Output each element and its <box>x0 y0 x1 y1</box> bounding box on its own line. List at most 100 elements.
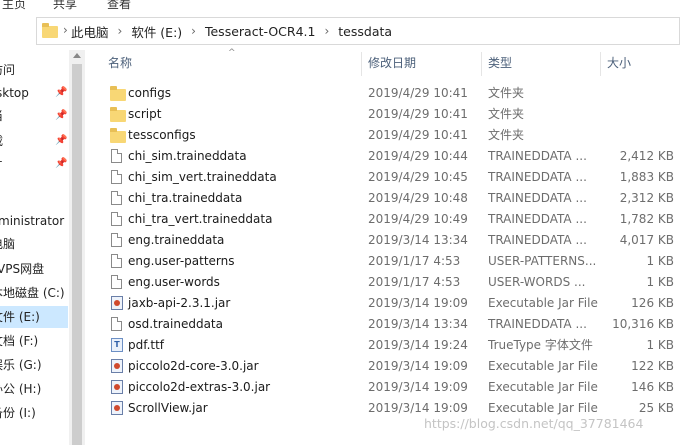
separator: › <box>117 24 123 38</box>
address-bar[interactable]: › 此电脑 › 软件 (E:) › Tesseract-OCR4.1 › tes… <box>36 17 680 45</box>
sidebar-item-label: VPS网盘 <box>0 262 45 276</box>
sidebar-item-drive-h[interactable]: 办公 (H:) <box>0 378 68 400</box>
ribbon-tab-share[interactable]: 共享 <box>53 0 77 12</box>
jar-icon <box>111 296 123 310</box>
sidebar-item-wps-drive[interactable]: VPS网盘 <box>0 258 68 280</box>
sidebar-item-administrator[interactable]: ministrator <box>0 210 68 232</box>
file-date: 2019/4/29 10:45 <box>368 170 468 184</box>
file-date: 2019/4/29 10:41 <box>368 107 468 121</box>
file-name: ScrollView.jar <box>128 401 208 415</box>
file-icon <box>111 212 122 226</box>
file-name: chi_tra.traineddata <box>128 191 243 205</box>
sidebar-item-this-pc[interactable]: 电脑 <box>0 233 68 255</box>
file-type: TRAINEDDATA ... <box>488 233 587 247</box>
breadcrumb-this-pc[interactable]: 此电脑 <box>71 22 109 41</box>
column-header-name[interactable]: 名称 <box>108 50 132 78</box>
file-row[interactable]: piccolo2d-core-3.0.jar 2019/3/14 19:09 Exe… <box>100 356 680 377</box>
breadcrumb-tesseract[interactable]: Tesseract-OCR4.1 <box>205 24 315 39</box>
file-row[interactable]: piccolo2d-extras-3.0.jar 2019/3/14 19:09 E… <box>100 377 680 398</box>
sidebar-item-drive-g[interactable]: 娱乐 (G:) <box>0 354 68 376</box>
file-name: chi_tra_vert.traineddata <box>128 212 273 226</box>
file-row[interactable]: eng.user-patterns 2019/1/17 4:53 USER-PATT… <box>100 251 680 272</box>
file-row[interactable]: chi_sim.traineddata 2019/4/29 10:44 TRAINE… <box>100 146 680 167</box>
file-date: 2019/1/17 4:53 <box>368 275 461 289</box>
file-row[interactable]: tessconfigs 2019/4/29 10:41 文件夹 <box>100 125 680 146</box>
file-date: 2019/3/14 19:24 <box>368 338 468 352</box>
scrollbar-thumb[interactable] <box>72 64 82 445</box>
file-date: 2019/1/17 4:53 <box>368 254 461 268</box>
folder-icon <box>110 128 126 143</box>
file-row[interactable]: Tpdf.ttf 2019/3/14 19:24 TrueType 字体文件 1 KB <box>100 335 680 356</box>
sidebar-item-desktop[interactable]: sktop 📌 <box>0 82 68 104</box>
sidebar-item-pictures[interactable]: 片📌 <box>0 153 68 175</box>
sidebar-item-label: 娱乐 (G:) <box>0 358 42 372</box>
file-size: 122 KB <box>631 359 674 373</box>
file-icon <box>111 254 122 268</box>
breadcrumb-tessdata[interactable]: tessdata <box>338 24 392 39</box>
column-header-type[interactable]: 类型 <box>488 50 512 78</box>
pin-icon: 📌 <box>55 110 68 121</box>
scroll-up-icon[interactable] <box>73 53 81 58</box>
file-icon <box>111 191 122 205</box>
file-row[interactable]: osd.traineddata 2019/3/14 13:34 TRAINEDDAT… <box>100 314 680 335</box>
sidebar-item-drive-e[interactable]: 文件 (E:) <box>0 306 68 328</box>
file-row[interactable]: eng.traineddata 2019/3/14 13:34 TRAINEDDAT… <box>100 230 680 251</box>
file-name: jaxb-api-2.3.1.jar <box>128 296 231 310</box>
sidebar-scrollbar[interactable] <box>69 50 85 445</box>
file-row[interactable]: jaxb-api-2.3.1.jar 2019/3/14 19:09 Executa… <box>100 293 680 314</box>
file-row[interactable]: chi_tra_vert.traineddata 2019/4/29 10:49 T… <box>100 209 680 230</box>
folder-icon <box>42 23 58 38</box>
breadcrumb: 此电脑 › 软件 (E:) › Tesseract-OCR4.1 › tessd… <box>71 18 392 44</box>
sidebar-item-label: 当 <box>0 105 3 127</box>
sidebar-item-label: 办公 (H:) <box>0 382 42 396</box>
column-header-size[interactable]: 大小 <box>607 50 631 78</box>
file-name: piccolo2d-core-3.0.jar <box>128 359 259 373</box>
sidebar-item-label: 电脑 <box>0 237 16 251</box>
file-type: TRAINEDDATA ... <box>488 212 587 226</box>
file-row[interactable]: chi_sim_vert.traineddata 2019/4/29 10:45 T… <box>100 167 680 188</box>
file-size: 25 KB <box>638 401 674 415</box>
file-name: eng.user-patterns <box>128 254 235 268</box>
column-divider[interactable] <box>481 52 482 76</box>
file-icon <box>111 275 122 289</box>
file-size: 126 KB <box>631 296 674 310</box>
pin-icon: 📌 <box>55 87 68 98</box>
ribbon-tabs: 主页 共享 查看 <box>0 0 680 12</box>
jar-icon <box>111 401 123 415</box>
sidebar-item-label: 本地磁盘 (C:) <box>0 286 65 300</box>
column-divider[interactable] <box>361 52 362 76</box>
file-date: 2019/3/14 19:09 <box>368 359 468 373</box>
file-size: 2,412 KB <box>619 149 674 163</box>
sidebar-item-documents[interactable]: 当📌 <box>0 105 68 127</box>
file-type: 文件夹 <box>488 107 525 121</box>
column-header-row: ^ 名称 修改日期 类型 大小 <box>100 48 680 78</box>
sidebar-item-drive-i[interactable]: 备份 (I:) <box>0 402 68 424</box>
file-name: chi_sim.traineddata <box>128 149 247 163</box>
column-header-date[interactable]: 修改日期 <box>368 50 416 78</box>
file-type: 文件夹 <box>488 86 525 100</box>
sidebar-item-drive-f[interactable]: 文档 (F:) <box>0 330 68 352</box>
file-row[interactable]: chi_tra.traineddata 2019/4/29 10:48 TRAINE… <box>100 188 680 209</box>
file-size: 1 KB <box>646 254 674 268</box>
file-name: osd.traineddata <box>128 317 223 331</box>
folder-icon <box>110 107 126 122</box>
file-date: 2019/4/29 10:48 <box>368 191 468 205</box>
sidebar-item-label: 片 <box>0 153 3 175</box>
file-icon <box>111 170 122 184</box>
file-row[interactable]: eng.user-words 2019/1/17 4:53 USER-WORDS .… <box>100 272 680 293</box>
breadcrumb-drive-e[interactable]: 软件 (E:) <box>131 22 182 41</box>
ribbon-tab-view[interactable]: 查看 <box>107 0 131 12</box>
file-date: 2019/4/29 10:44 <box>368 149 468 163</box>
file-type: USER-PATTERNS... <box>488 254 597 268</box>
file-row[interactable]: script 2019/4/29 10:41 文件夹 <box>100 104 680 125</box>
file-row[interactable]: configs 2019/4/29 10:41 文件夹 <box>100 83 680 104</box>
sidebar-item-downloads[interactable]: 载📌 <box>0 130 68 152</box>
ribbon-tab-home[interactable]: 主页 <box>2 0 26 12</box>
file-date: 2019/3/14 13:34 <box>368 233 468 247</box>
column-divider[interactable] <box>600 52 601 76</box>
sidebar-item-quick-access[interactable]: 访问 <box>0 59 68 81</box>
file-date: 2019/3/14 13:34 <box>368 317 468 331</box>
file-type: Executable Jar File <box>488 296 598 310</box>
file-date: 2019/4/29 10:41 <box>368 128 468 142</box>
file-type: Executable Jar File <box>488 359 598 373</box>
